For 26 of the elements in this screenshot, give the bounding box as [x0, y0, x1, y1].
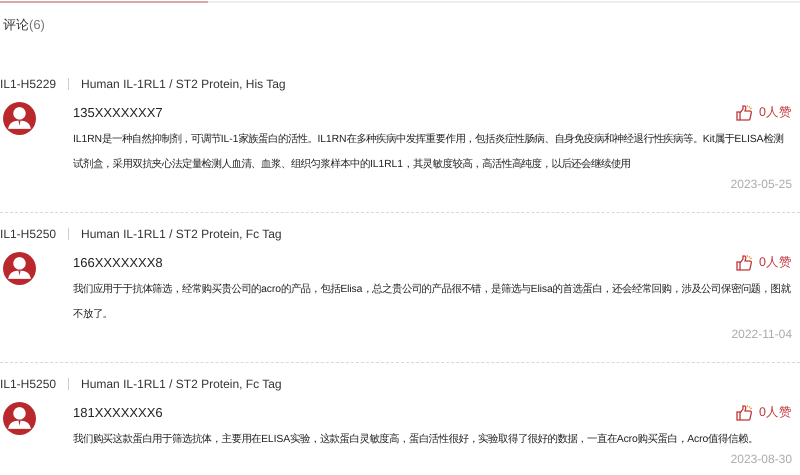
avatar-icon [3, 102, 36, 135]
thumbs-up-icon [736, 404, 754, 421]
like-button[interactable]: 0人赞 [736, 404, 792, 421]
comment-text: 我们应用于于抗体筛选，经常购买贵公司的acro的产品，包括Elisa，总之贵公司的产品很不错，是筛选与Elisa的首选蛋白，还会经常回购，涉及公司保密问题，图就不放了。 [73, 282, 792, 322]
comment-count: (6) [29, 17, 45, 32]
comment-date: 2022-11-04 [730, 327, 792, 341]
avatar-icon [3, 402, 36, 435]
comment-date: 2023-05-25 [730, 177, 792, 191]
thumbs-up-icon [736, 104, 754, 121]
like-button[interactable]: 0人赞 [736, 104, 792, 121]
user-name: 135XXXXXXX7 [73, 105, 163, 120]
avatar-icon [3, 252, 36, 285]
product-name: Human IL-1RL1 / ST2 Protein, Fc Tag [81, 227, 282, 241]
product-name: Human IL-1RL1 / ST2 Protein, His Tag [81, 77, 286, 91]
comment-date: 2023-08-30 [730, 452, 792, 466]
catalog-number: IL1-H5229 [0, 77, 56, 91]
comment-text: 我们购买这款蛋白用于筛选抗体，主要用在ELISA实验，这款蛋白灵敏度高，蛋白活性很好，实验取得了很好的数据，一直在Acro购买蛋白，Acro值得信赖。 [73, 432, 759, 447]
section-title: 评论 [3, 17, 29, 32]
product-name: Human IL-1RL1 / ST2 Protein, Fc Tag [81, 377, 282, 391]
comment-text: IL1RN是一种自然抑制剂，可调节IL-1家族蛋白的活性。IL1RN在多种疾病中发挥重要作用，包括炎症性肠病、自身免疫病和神经退行性疾病等。Kit属于ELISA检测试剂盒，采用双抗夹心法定量检测人血清、血浆、组织匀浆样本中的IL1RL1，其灵敏度较高，高活性高纯度，以后还会继续使用 [73, 132, 784, 172]
user-name: 181XXXXXXX6 [73, 405, 163, 420]
catalog-number: IL1-H5250 [0, 377, 56, 391]
thumbs-up-icon [736, 254, 754, 271]
user-name: 166XXXXXXX8 [73, 255, 163, 270]
catalog-number: IL1-H5250 [0, 227, 56, 241]
like-button[interactable]: 0人赞 [736, 254, 792, 271]
